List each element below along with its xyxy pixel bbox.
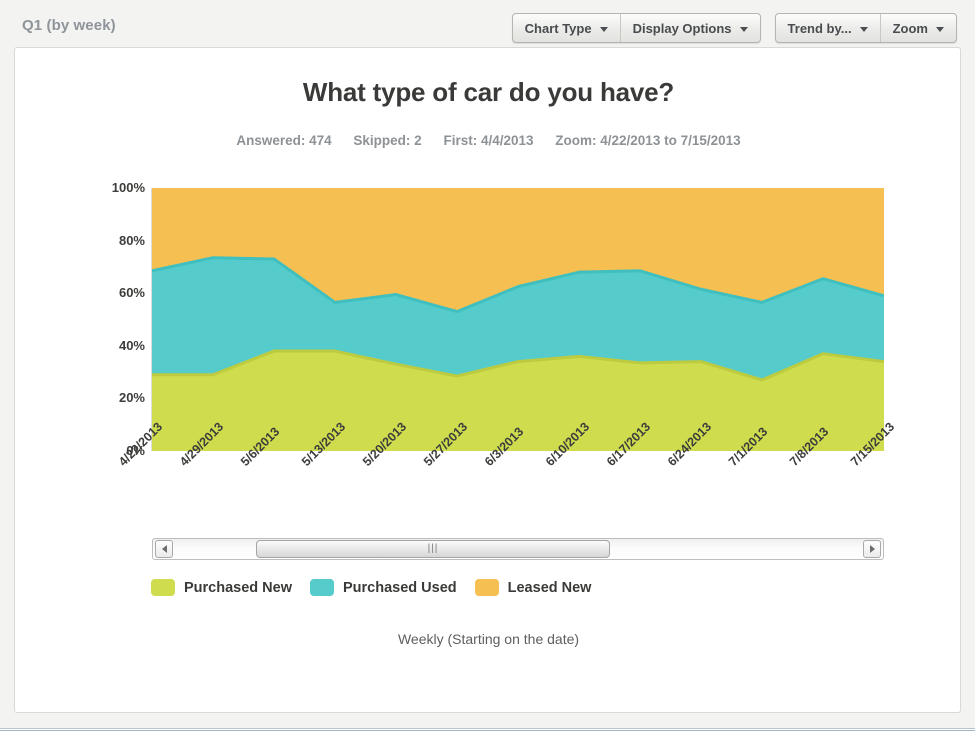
scrollbar-grip-icon: ||| xyxy=(427,543,439,554)
scroll-left-icon xyxy=(161,545,167,553)
chevron-down-icon xyxy=(739,26,748,32)
plot-area xyxy=(151,188,884,451)
scroll-right-button[interactable] xyxy=(863,540,881,558)
zoom-range: Zoom: 4/22/2013 to 7/15/2013 xyxy=(555,133,741,148)
legend-swatch-icon xyxy=(310,579,334,596)
chevron-down-icon xyxy=(936,26,944,32)
display-options-label: Display Options xyxy=(632,20,732,36)
panel-header: Q1 (by week) Chart Type Display Options … xyxy=(0,0,975,47)
scroll-right-icon xyxy=(869,545,875,553)
page-title: Q1 (by week) xyxy=(22,17,116,34)
chart-meta: Answered: 474 Skipped: 2 First: 4/4/2013… xyxy=(15,133,962,148)
scroll-left-button[interactable] xyxy=(155,540,173,558)
legend-label: Purchased New xyxy=(184,579,292,596)
y-axis-tick: 20% xyxy=(118,390,145,406)
panel-bottom-rule xyxy=(0,730,975,736)
chart-type-label: Chart Type xyxy=(524,20,592,36)
chevron-down-icon xyxy=(599,26,608,32)
y-axis-labels: 0% 20% 40% 60% 80% 100% xyxy=(91,180,145,460)
chart-legend: Purchased New Purchased Used Leased New xyxy=(151,579,591,596)
trend-by-button[interactable]: Trend by... xyxy=(776,14,880,42)
legend-item[interactable]: Purchased Used xyxy=(310,579,457,596)
legend-label: Leased New xyxy=(507,579,592,596)
toolbar: Chart Type Display Options Trend by... Z… xyxy=(511,13,957,43)
chart-type-button[interactable]: Chart Type xyxy=(513,14,620,42)
y-axis-tick: 80% xyxy=(118,232,145,248)
first-response-date: First: 4/4/2013 xyxy=(443,133,534,148)
legend-item[interactable]: Leased New xyxy=(474,579,592,596)
x-axis-labels: 4/22/2013 4/29/2013 5/6/2013 5/13/2013 5/20/… xyxy=(15,420,962,541)
y-axis-tick: 60% xyxy=(118,285,145,301)
y-axis-line xyxy=(151,188,152,451)
toolbar-group-1: Chart Type Display Options xyxy=(511,13,761,43)
skipped-count: Skipped: 2 xyxy=(353,133,422,148)
chart-scrollbar[interactable]: ||| xyxy=(152,538,884,560)
x-axis-caption: Weekly (Starting on the date) xyxy=(397,631,580,647)
legend-label: Purchased Used xyxy=(343,579,457,596)
stacked-area-chart xyxy=(152,188,884,451)
y-axis-tick: 100% xyxy=(111,180,145,195)
chart-title: What type of car do you have? xyxy=(302,77,675,107)
zoom-button[interactable]: Zoom xyxy=(879,14,956,42)
trend-by-label: Trend by... xyxy=(787,20,852,36)
chart-card: What type of car do you have? Answered: … xyxy=(14,47,961,713)
toolbar-group-2: Trend by... Zoom xyxy=(774,13,957,43)
y-axis-tick: 40% xyxy=(118,337,145,353)
answered-count: Answered: 474 xyxy=(236,133,332,148)
zoom-label: Zoom xyxy=(892,20,928,36)
legend-swatch-icon xyxy=(151,579,175,596)
scrollbar-thumb[interactable]: ||| xyxy=(256,540,610,558)
legend-item[interactable]: Purchased New xyxy=(151,579,292,596)
display-options-button[interactable]: Display Options xyxy=(619,14,760,42)
legend-swatch-icon xyxy=(474,579,499,596)
chevron-down-icon xyxy=(859,26,868,32)
chart-panel: Q1 (by week) Chart Type Display Options … xyxy=(0,0,975,729)
